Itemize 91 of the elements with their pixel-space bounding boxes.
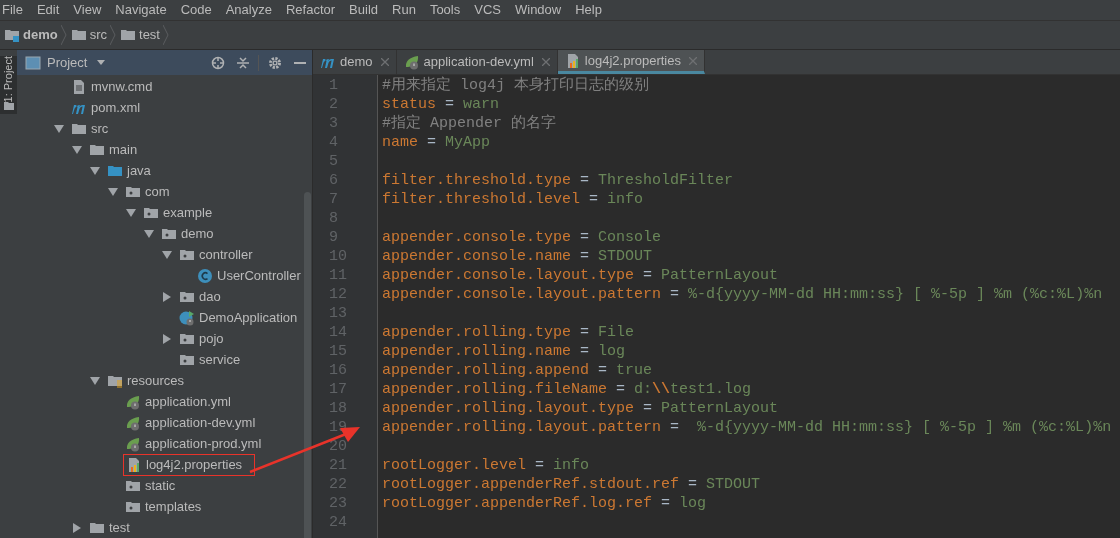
leaf-icon bbox=[125, 414, 141, 431]
code-line: #指定 Appender 的名字 bbox=[382, 114, 558, 133]
collapsed-arrow-icon[interactable] bbox=[73, 522, 81, 533]
expanded-arrow-icon[interactable] bbox=[90, 376, 100, 385]
menu-item[interactable]: View bbox=[73, 0, 102, 20]
editor-tab[interactable]: application-dev.yml bbox=[396, 50, 558, 74]
menu-item[interactable]: VCS bbox=[474, 0, 501, 20]
code-line: status = warn bbox=[382, 95, 501, 114]
code-line: rootLogger.level = info bbox=[382, 456, 591, 475]
tree-item[interactable]: application-dev.yml bbox=[145, 412, 256, 433]
window-icon bbox=[25, 55, 41, 70]
code-line: appender.console.layout.pattern = %-d{yyyy-MM-dd HH:mm:ss} [ %-5p ] %m (%c:%L)%n bbox=[382, 285, 1104, 304]
tree-item[interactable]: DemoApplication bbox=[199, 307, 298, 328]
tree-item[interactable]: static bbox=[145, 475, 176, 496]
tree-item[interactable]: src bbox=[91, 118, 109, 139]
tree-item[interactable]: mvnw.cmd bbox=[91, 76, 153, 97]
chart-file-icon bbox=[126, 456, 142, 473]
editor-tab[interactable]: log4j2.properties bbox=[557, 50, 705, 74]
tree-item[interactable]: main bbox=[109, 139, 138, 160]
code-line: rootLogger.appenderRef.stdout.ref = STDOUT bbox=[382, 475, 762, 494]
expanded-arrow-icon[interactable] bbox=[72, 145, 82, 154]
expanded-arrow-icon[interactable] bbox=[144, 229, 154, 238]
tree-item[interactable]: controller bbox=[199, 244, 253, 265]
menu-item[interactable]: Edit bbox=[36, 0, 60, 20]
tree-item[interactable]: com bbox=[145, 181, 170, 202]
minimize-icon[interactable] bbox=[294, 61, 306, 64]
folder-icon bbox=[3, 102, 14, 111]
expanded-arrow-icon[interactable] bbox=[162, 250, 172, 259]
tree-item[interactable]: dao bbox=[199, 286, 221, 307]
leaf-icon bbox=[125, 435, 141, 452]
scrollbar[interactable] bbox=[304, 192, 311, 538]
tree-item[interactable]: UserController bbox=[217, 265, 301, 286]
expanded-arrow-icon[interactable] bbox=[108, 187, 118, 196]
breadcrumb[interactable]: test bbox=[139, 25, 160, 45]
tree-item[interactable]: application.yml bbox=[145, 391, 231, 412]
code-line: filter.threshold.type = ThresholdFilter bbox=[382, 171, 735, 190]
code-line: name = MyApp bbox=[382, 133, 492, 152]
class-icon bbox=[197, 267, 213, 284]
menu-item[interactable]: Run bbox=[392, 0, 416, 20]
code-line: #用来指定 log4j 本身打印日志的级别 bbox=[382, 76, 650, 95]
code-line: appender.console.name = STDOUT bbox=[382, 247, 654, 266]
class-icon bbox=[179, 309, 195, 326]
collapsed-arrow-icon[interactable] bbox=[163, 333, 171, 344]
tree-item[interactable]: resources bbox=[127, 370, 185, 391]
tree-item[interactable]: log4j2.properties bbox=[146, 454, 243, 475]
code-line: appender.rolling.name = log bbox=[382, 342, 627, 361]
editor-tab[interactable]: demo bbox=[313, 50, 397, 74]
code-line: appender.rolling.type = File bbox=[382, 323, 636, 342]
tree-item[interactable]: example bbox=[163, 202, 213, 223]
collapsed-arrow-icon[interactable] bbox=[163, 291, 171, 302]
tree-item[interactable]: demo bbox=[181, 223, 214, 244]
code-line: appender.rolling.append = true bbox=[382, 361, 654, 380]
code-line: appender.rolling.layout.pattern = %-d{yyyy-MM-dd HH:mm:ss} [ %-5p ] %m (%c:%L)%n bbox=[382, 418, 1113, 437]
leaf-icon bbox=[125, 393, 141, 410]
menu-item[interactable]: Navigate bbox=[115, 0, 167, 20]
expanded-arrow-icon[interactable] bbox=[90, 166, 100, 175]
menu-item[interactable]: Build bbox=[349, 0, 378, 20]
breadcrumb[interactable]: demo bbox=[23, 25, 58, 45]
breadcrumb[interactable]: src bbox=[89, 25, 107, 45]
menu-item[interactable]: Window bbox=[514, 0, 562, 20]
code-line: rootLogger.appenderRef.log.ref = log bbox=[382, 494, 708, 513]
tree-item[interactable]: pojo bbox=[199, 328, 224, 349]
tree-item[interactable]: java bbox=[127, 160, 151, 181]
leaf-icon bbox=[403, 54, 420, 70]
expanded-arrow-icon[interactable] bbox=[54, 124, 64, 133]
menu-item[interactable]: Refactor bbox=[285, 0, 336, 20]
tree-item[interactable]: service bbox=[199, 349, 241, 370]
tree-item[interactable]: test bbox=[109, 517, 130, 538]
code-line: filter.threshold.level = info bbox=[382, 190, 645, 209]
file-icon bbox=[71, 78, 87, 95]
panel-title[interactable]: Project bbox=[47, 52, 88, 73]
menu-item[interactable]: Analyze bbox=[225, 0, 272, 20]
dropdown-icon[interactable] bbox=[97, 60, 106, 65]
collapse-icon[interactable] bbox=[237, 55, 249, 70]
code-line: appender.console.layout.type = PatternLayout bbox=[382, 266, 780, 285]
tree-item[interactable]: application-prod.yml bbox=[145, 433, 262, 454]
code-line: appender.console.type = Console bbox=[382, 228, 663, 247]
folder-icon bbox=[70, 27, 87, 43]
tree-item[interactable]: pom.xml bbox=[91, 97, 141, 118]
code-line: appender.rolling.layout.type = PatternLayout bbox=[382, 399, 780, 418]
tree-item[interactable]: templates bbox=[145, 496, 202, 517]
crosshair-icon[interactable] bbox=[211, 55, 225, 70]
menu-item[interactable]: Tools bbox=[429, 0, 461, 20]
menu-item[interactable]: Help bbox=[575, 0, 602, 20]
code-line: appender.rolling.fileName = d:\\test1.log bbox=[382, 380, 753, 399]
expanded-arrow-icon[interactable] bbox=[126, 208, 136, 217]
menu-item[interactable]: Code bbox=[180, 0, 212, 20]
settings-icon[interactable] bbox=[268, 55, 282, 70]
folder-icon bbox=[120, 27, 136, 43]
menu-item[interactable]: File bbox=[2, 0, 23, 20]
folder-icon bbox=[4, 27, 20, 43]
